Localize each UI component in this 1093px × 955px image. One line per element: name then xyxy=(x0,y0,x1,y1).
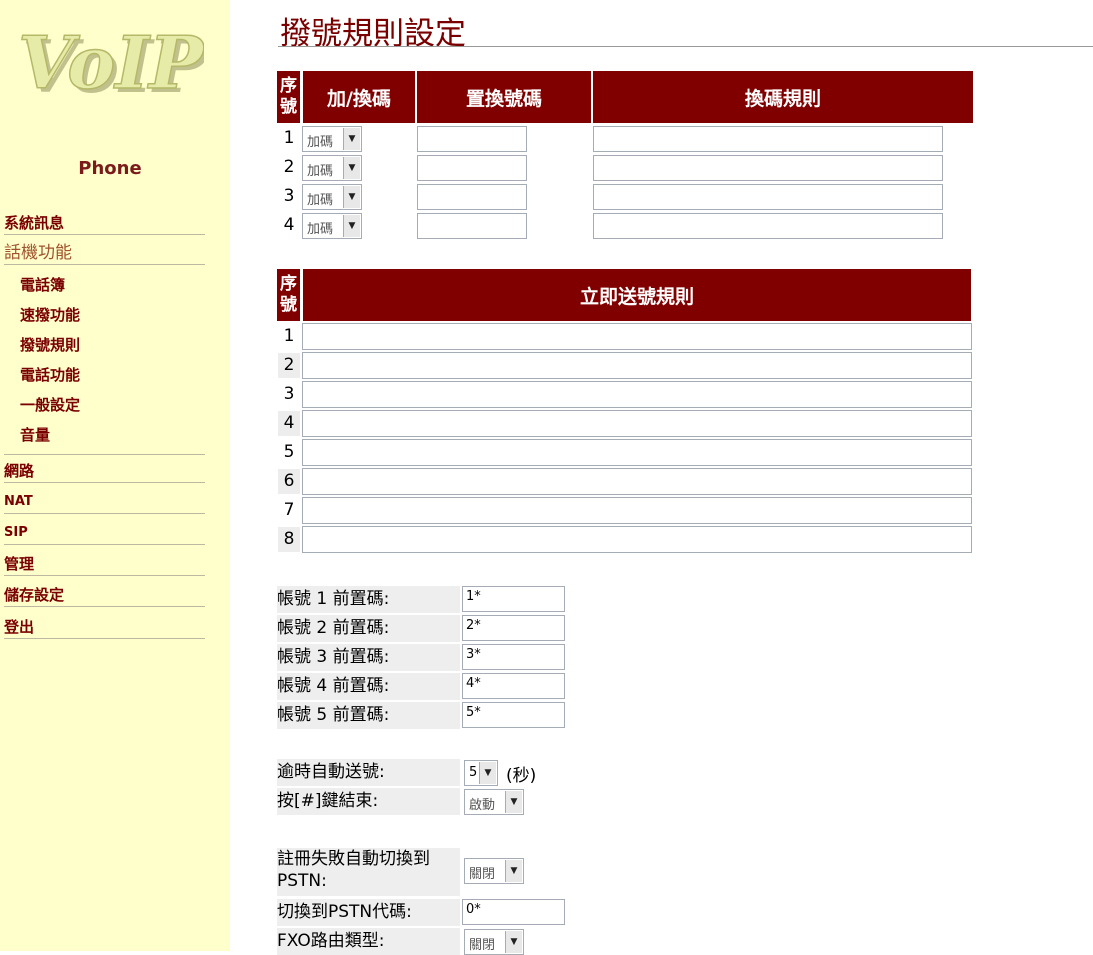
pstn-code-input[interactable]: 0* xyxy=(462,899,565,925)
nav-save-settings[interactable]: 儲存設定 xyxy=(4,584,205,607)
timeout-select[interactable]: 5 ▼ xyxy=(464,760,498,786)
col-rule-header: 換碼規則 xyxy=(593,71,973,123)
row-number: 1 xyxy=(283,128,295,148)
row-number: 3 xyxy=(283,186,295,206)
instant-dial-rule-input[interactable] xyxy=(302,410,972,437)
replace-rule-input[interactable] xyxy=(593,213,943,239)
pstn-fallback-label-line1: 註冊失敗自動切換到 xyxy=(277,849,430,869)
mode-select[interactable]: 加碼 ▼ xyxy=(302,155,362,181)
logo-text: VoIP xyxy=(18,20,204,105)
nav-phone-functions[interactable]: 話機功能 xyxy=(4,242,205,265)
sidebar: VoIP VoIP Phone 系統訊息 話機功能 電話簿 速撥功能 撥號規則 … xyxy=(0,0,230,951)
replace-number-input[interactable] xyxy=(417,155,527,181)
chevron-down-icon: ▼ xyxy=(343,128,360,150)
instant-dial-rule-input[interactable] xyxy=(302,381,972,408)
col-seq-header-2: 序號 xyxy=(277,269,300,321)
instant-dial-rule-input[interactable] xyxy=(302,497,972,524)
chevron-down-icon: ▼ xyxy=(343,186,360,208)
instant-dial-rule-input[interactable] xyxy=(302,526,972,553)
prefix-input[interactable]: 4* xyxy=(462,673,565,699)
prefix-input[interactable]: 2* xyxy=(462,615,565,641)
timeout-unit: (秒) xyxy=(506,766,537,786)
replace-rule-input[interactable] xyxy=(593,155,943,181)
hash-end-select[interactable]: 啟動 ▼ xyxy=(464,789,524,815)
instant-dial-rule-input[interactable] xyxy=(302,468,972,495)
col-mode-header: 加/換碼 xyxy=(303,71,415,123)
nav-nat[interactable]: NAT xyxy=(4,491,205,514)
chevron-down-icon: ▼ xyxy=(505,791,522,813)
pstn-code-label: 切換到PSTN代碼: xyxy=(277,899,460,926)
prefix-input[interactable]: 3* xyxy=(462,644,565,670)
nav-call-features[interactable]: 電話功能 xyxy=(20,364,205,386)
nav-volume[interactable]: 音量 xyxy=(20,424,205,446)
prefix-label: 帳號 1 前置碼: xyxy=(277,586,460,613)
nav-dial-rules[interactable]: 撥號規則 xyxy=(20,334,205,356)
replace-rule-input[interactable] xyxy=(593,126,943,152)
product-label: Phone xyxy=(78,158,142,179)
mode-select[interactable]: 加碼 ▼ xyxy=(302,184,362,210)
timeout-label: 逾時自動送號: xyxy=(277,759,460,786)
nav-general-settings[interactable]: 一般設定 xyxy=(20,394,205,416)
row-number: 5 xyxy=(283,442,295,462)
row-number: 2 xyxy=(283,157,295,177)
prefix-label: 帳號 2 前置碼: xyxy=(277,615,460,642)
row-number: 7 xyxy=(283,500,295,520)
instant-dial-rule-input[interactable] xyxy=(302,352,972,379)
pstn-fallback-select[interactable]: 關閉 ▼ xyxy=(464,858,524,884)
nav-system-info[interactable]: 系統訊息 xyxy=(4,212,205,235)
chevron-down-icon: ▼ xyxy=(505,931,522,953)
pstn-fallback-label: 註冊失敗自動切換到 PSTN: xyxy=(277,848,460,896)
instant-dial-rule-input[interactable] xyxy=(302,323,972,350)
nav-management[interactable]: 管理 xyxy=(4,553,205,576)
nav-network[interactable]: 網路 xyxy=(4,460,205,483)
row-number: 3 xyxy=(283,384,295,404)
row-number: 2 xyxy=(278,353,300,378)
row-number: 6 xyxy=(278,469,300,494)
prefix-input[interactable]: 1* xyxy=(462,586,565,612)
replace-rule-input[interactable] xyxy=(593,184,943,210)
replace-number-input[interactable] xyxy=(417,184,527,210)
row-number: 4 xyxy=(278,411,300,436)
prefix-label: 帳號 4 前置碼: xyxy=(277,673,460,700)
prefix-label: 帳號 3 前置碼: xyxy=(277,644,460,671)
prefix-input[interactable]: 5* xyxy=(462,702,565,728)
mode-select[interactable]: 加碼 ▼ xyxy=(302,126,362,152)
voip-logo: VoIP VoIP xyxy=(17,19,204,108)
replace-number-input[interactable] xyxy=(417,126,527,152)
nav-phonebook[interactable]: 電話簿 xyxy=(20,274,205,296)
nav-speed-dial[interactable]: 速撥功能 xyxy=(20,304,205,326)
mode-select[interactable]: 加碼 ▼ xyxy=(302,213,362,239)
col-replace-header: 置換號碼 xyxy=(417,71,591,123)
instant-dial-rule-input[interactable] xyxy=(302,439,972,466)
col-instant-dial-header: 立即送號規則 xyxy=(303,269,971,321)
pstn-fallback-label-line2: PSTN: xyxy=(277,871,327,891)
chevron-down-icon: ▼ xyxy=(343,215,360,237)
row-number: 1 xyxy=(283,326,295,346)
prefix-label: 帳號 5 前置碼: xyxy=(277,702,460,729)
replace-number-input[interactable] xyxy=(417,213,527,239)
col-seq-header: 序號 xyxy=(277,71,300,123)
fxo-route-select[interactable]: 關閉 ▼ xyxy=(464,929,524,955)
hash-end-label: 按[#]鍵結束: xyxy=(277,788,460,815)
row-number: 8 xyxy=(278,527,300,552)
row-number: 4 xyxy=(283,215,295,235)
title-divider xyxy=(278,46,1093,47)
chevron-down-icon: ▼ xyxy=(479,762,496,784)
chevron-down-icon: ▼ xyxy=(343,157,360,179)
chevron-down-icon: ▼ xyxy=(505,860,522,882)
nav-sip[interactable]: SIP xyxy=(4,522,205,545)
nav-logout[interactable]: 登出 xyxy=(4,616,205,639)
